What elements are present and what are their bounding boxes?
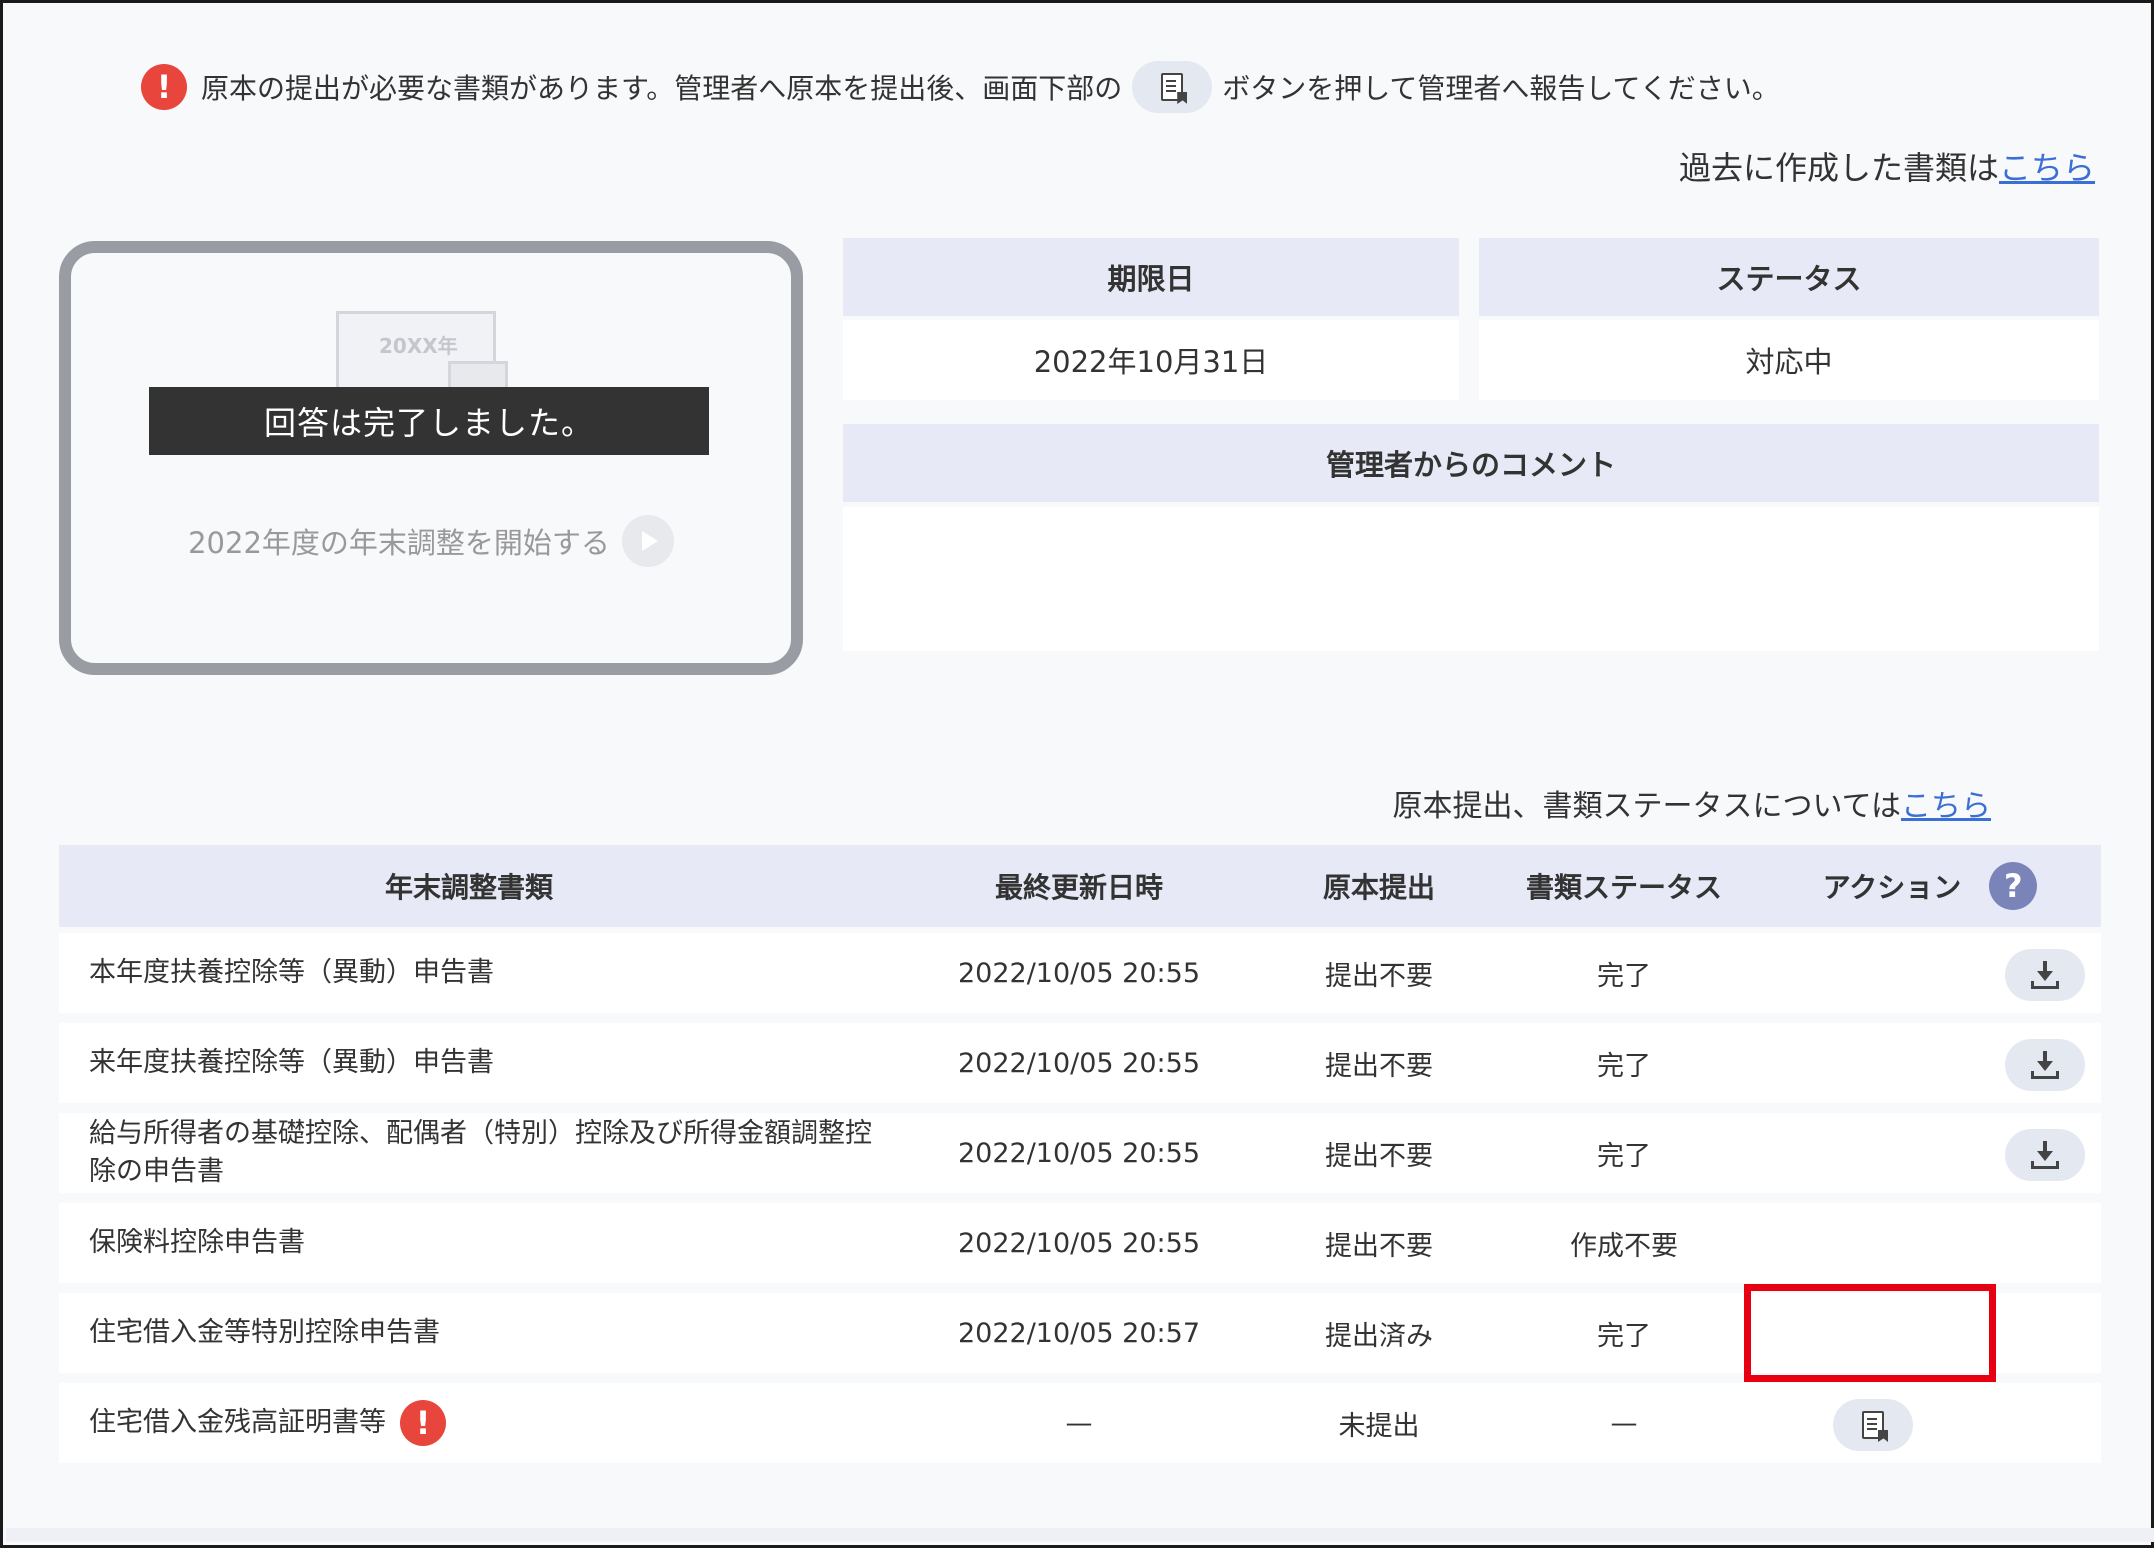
- status-help-link[interactable]: こちら: [1901, 789, 1991, 824]
- row-updated: 2022/10/05 20:55: [957, 1047, 1200, 1079]
- completion-banner: 回答は完了しました。: [149, 387, 709, 455]
- col-header-document: 年末調整書類: [384, 871, 553, 904]
- row-original: 提出不要: [1325, 1230, 1433, 1262]
- row-document-name: 来年度扶養控除等（異動）申告書: [89, 1047, 494, 1078]
- table-row: 保険料控除申告書 2022/10/05 20:55 提出不要 作成不要: [59, 1203, 2101, 1283]
- report-document-icon: [1862, 1411, 1884, 1439]
- row-document-name: 住宅借入金等特別控除申告書: [89, 1317, 440, 1348]
- table-row: 本年度扶養控除等（異動）申告書 2022/10/05 20:55 提出不要 完了: [59, 933, 2101, 1013]
- report-submission-button[interactable]: [1833, 1399, 1913, 1451]
- download-button[interactable]: [2005, 1129, 2085, 1181]
- row-original: 提出不要: [1325, 1140, 1433, 1172]
- row-updated: 2022/10/05 20:55: [957, 1227, 1200, 1259]
- col-header-updated: 最終更新日時: [994, 871, 1163, 904]
- status-help-text: 原本提出、書類ステータスについては: [1392, 789, 1902, 824]
- report-document-icon: [1161, 73, 1184, 101]
- row-updated: 2022/10/05 20:57: [957, 1317, 1200, 1349]
- row-original: 提出不要: [1325, 960, 1433, 992]
- alert-icon: !: [400, 1400, 446, 1446]
- download-icon: [2031, 1051, 2059, 1079]
- highlight-box: [1744, 1284, 1996, 1382]
- illustration-year-label: 20XX年: [379, 334, 458, 358]
- row-document-name: 保険料控除申告書: [89, 1227, 305, 1258]
- col-header-status: 書類ステータス: [1525, 871, 1722, 904]
- row-status: 作成不要: [1570, 1230, 1678, 1262]
- row-status: 完了: [1597, 1050, 1651, 1082]
- help-icon[interactable]: ?: [1989, 862, 2038, 910]
- status-help-row: 原本提出、書類ステータスについてはこちら: [1393, 781, 1992, 825]
- status-value: 対応中: [1479, 320, 2099, 400]
- notice-text-before: 原本の提出が必要な書類があります。管理者へ原本を提出後、画面下部の: [201, 72, 1123, 105]
- row-original: 提出済み: [1325, 1320, 1433, 1352]
- table-row: 給与所得者の基礎控除、配偶者（特別）控除及び所得金額調整控除の申告書 2022/…: [59, 1113, 2101, 1193]
- row-original: 未提出: [1338, 1410, 1420, 1442]
- page-frame: ! 原本の提出が必要な書類があります。管理者へ原本を提出後、画面下部の ボタンを…: [0, 0, 2154, 1548]
- row-document-name: 給与所得者の基礎控除、配偶者（特別）控除及び所得金額調整控除の申告書: [89, 1118, 872, 1187]
- past-documents-text: 過去に作成した書類は: [1678, 149, 1999, 187]
- table-row: 来年度扶養控除等（異動）申告書 2022/10/05 20:55 提出不要 完了: [59, 1023, 2101, 1103]
- download-button[interactable]: [2005, 1039, 2085, 1091]
- notice-text-after: ボタンを押して管理者へ報告してください。: [1222, 72, 1780, 105]
- row-document-name-group: 住宅借入金残高証明書等 !: [89, 1383, 909, 1463]
- row-document-name: 本年度扶養控除等（異動）申告書: [89, 957, 494, 988]
- row-updated: 2022/10/05 20:55: [957, 1137, 1200, 1169]
- row-updated: 2022/10/05 20:55: [957, 957, 1200, 989]
- col-header-action-label: アクション: [1822, 871, 1962, 904]
- deadline-header: 期限日: [843, 238, 1459, 316]
- download-button[interactable]: [2005, 949, 2085, 1001]
- row-updated: —: [1065, 1407, 1093, 1439]
- admin-comment-body: [843, 507, 2099, 651]
- status-header: ステータス: [1479, 238, 2099, 316]
- past-documents-link[interactable]: こちら: [1999, 149, 2095, 187]
- row-document-name: 住宅借入金残高証明書等: [89, 1407, 386, 1438]
- row-status: 完了: [1597, 1140, 1651, 1172]
- col-header-original: 原本提出: [1322, 871, 1435, 904]
- row-original: 提出不要: [1325, 1050, 1433, 1082]
- admin-comment-header: 管理者からのコメント: [843, 424, 2099, 502]
- year-end-adjustment-card: 20XX年 回答は完了しました。 2022年度の年末調整を開始する: [59, 241, 803, 675]
- original-submission-notice: ! 原本の提出が必要な書類があります。管理者へ原本を提出後、画面下部の ボタンを…: [141, 61, 1780, 113]
- play-icon: [621, 515, 674, 567]
- download-icon: [2031, 961, 2059, 989]
- start-adjustment-label: 2022年度の年末調整を開始する: [188, 526, 610, 560]
- table-row: 住宅借入金残高証明書等 ! — 未提出 —: [59, 1383, 2101, 1463]
- report-button-sample: [1132, 61, 1213, 113]
- download-icon: [2031, 1141, 2059, 1169]
- bottom-strip: [6, 1528, 2154, 1542]
- deadline-value: 2022年10月31日: [843, 320, 1459, 400]
- row-status: 完了: [1597, 960, 1651, 992]
- alert-icon: !: [141, 64, 187, 110]
- past-documents-row: 過去に作成した書類はこちら: [1679, 143, 2095, 189]
- start-adjustment-button[interactable]: 2022年度の年末調整を開始する: [71, 515, 791, 567]
- row-status: 完了: [1597, 1320, 1651, 1352]
- documents-table-header: 年末調整書類 最終更新日時 原本提出 書類ステータス アクション ?: [59, 845, 2101, 927]
- row-status: —: [1610, 1407, 1638, 1439]
- col-header-action: アクション ?: [1759, 845, 2101, 927]
